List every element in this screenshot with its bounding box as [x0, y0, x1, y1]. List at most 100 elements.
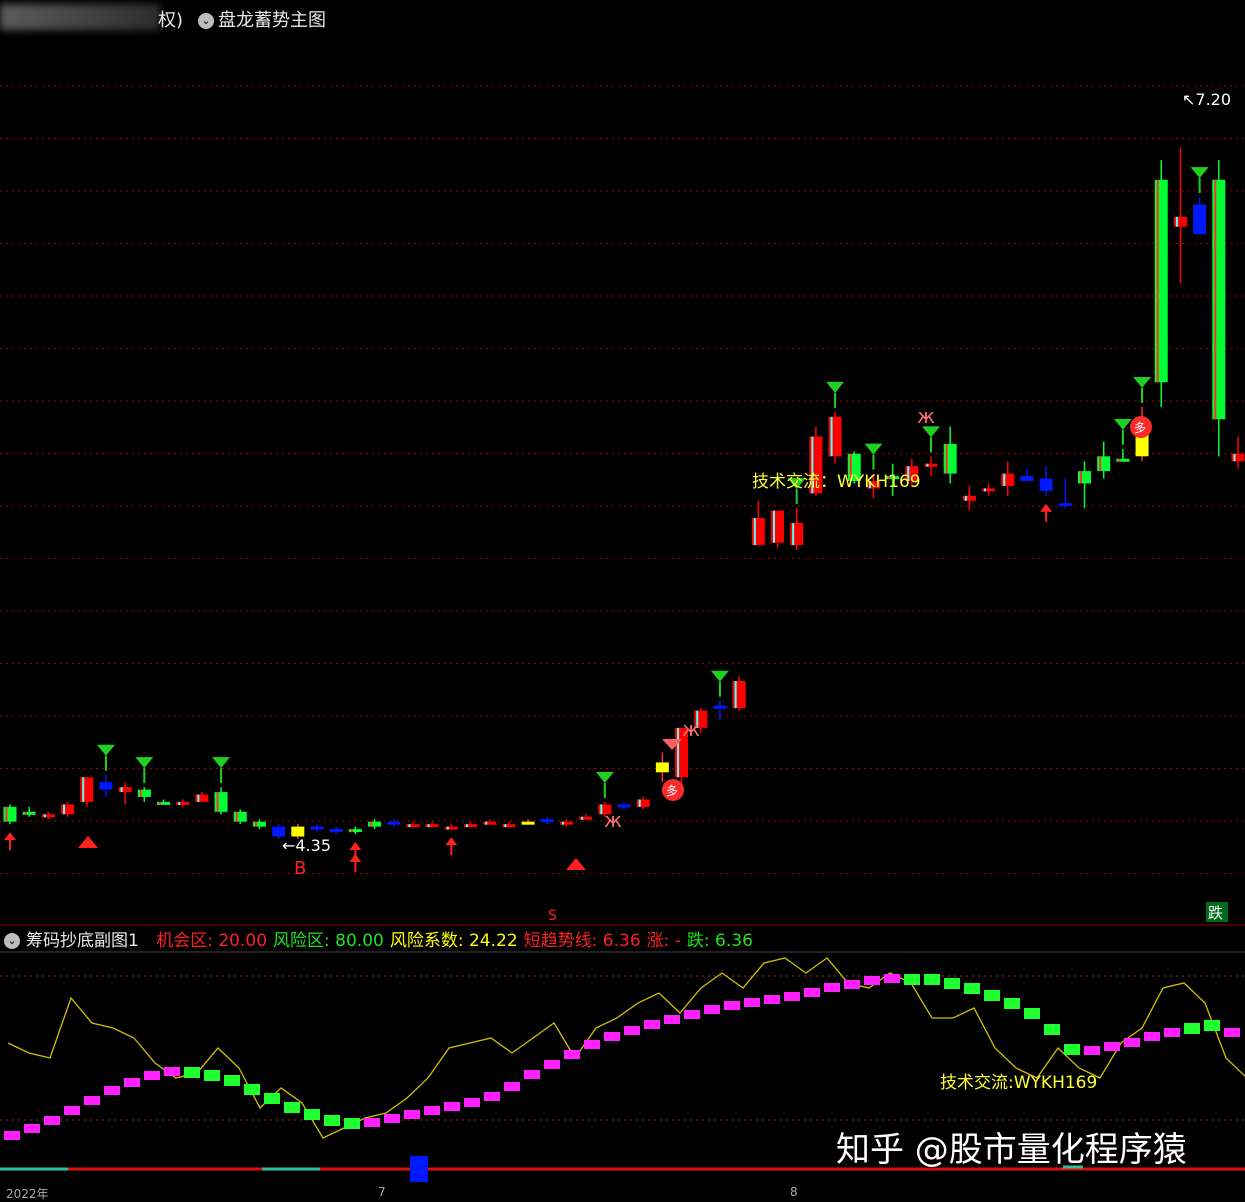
candle-edge: [504, 824, 507, 828]
candle-body: [636, 799, 650, 807]
trend-step: [284, 1102, 300, 1113]
trend-step: [1124, 1038, 1140, 1047]
trend-step: [684, 1010, 700, 1019]
trend-step: [1164, 1028, 1180, 1037]
trend-step: [964, 983, 980, 994]
trend-step: [124, 1078, 140, 1087]
candle-edge: [1156, 179, 1159, 383]
candle-body: [1020, 476, 1034, 481]
buy-label: B: [294, 858, 306, 879]
candle-body: [214, 792, 228, 812]
chart-title-bar: 权) ⌄ 盘龙蓄势主图: [0, 0, 1245, 34]
candle-body: [1039, 478, 1053, 491]
candle-body: [1078, 471, 1091, 484]
buy-arrow-icon: [445, 837, 458, 846]
candle-body: [751, 518, 765, 546]
candle-body: [521, 821, 535, 825]
candle-body: [540, 819, 554, 823]
trend-step: [1144, 1032, 1160, 1041]
trend-step: [1104, 1042, 1120, 1051]
butterfly-icon: ж: [917, 404, 935, 428]
candle-edge: [638, 799, 641, 807]
candle-edge: [82, 777, 85, 802]
butterfly-icon: ж: [682, 717, 700, 741]
trend-step: [324, 1115, 340, 1126]
candle-body: [1001, 473, 1015, 486]
sell-signal-icon: [826, 381, 845, 393]
candle-edge: [216, 792, 219, 812]
main-title-text: 盘龙蓄势主图: [218, 10, 326, 31]
buy-arrow-icon: [349, 842, 362, 851]
risk-coefficient-line: [7, 957, 1245, 1139]
trend-step: [344, 1118, 360, 1129]
candle-edge: [485, 821, 488, 825]
candle-edge: [24, 811, 27, 815]
candle-body: [176, 801, 190, 805]
candle-body: [118, 787, 132, 793]
candle-edge: [254, 821, 257, 827]
chevron-down-icon[interactable]: ⌄: [198, 13, 214, 29]
candle-edge: [43, 814, 46, 818]
candle-edge: [792, 522, 795, 546]
candle-edge: [1099, 456, 1102, 472]
trend-step: [1024, 1008, 1040, 1019]
candle-body: [1212, 179, 1226, 420]
sell-signal-icon: [1133, 376, 1152, 388]
trend-step: [804, 988, 820, 997]
sell-signal-icon: [1190, 167, 1209, 179]
candle-edge: [5, 806, 8, 822]
candle-body: [387, 821, 401, 825]
candle-edge: [1118, 458, 1121, 462]
candle-body: [329, 829, 343, 833]
trend-step: [1184, 1023, 1200, 1034]
candle-body: [502, 824, 516, 828]
sell-signal-icon: [96, 744, 115, 756]
candle-body: [924, 463, 938, 467]
trend-step: [544, 1060, 560, 1069]
trend-step: [604, 1032, 620, 1041]
candle-body: [713, 705, 727, 709]
trend-step: [444, 1102, 460, 1111]
candle-body: [195, 794, 209, 802]
candle-edge: [753, 518, 756, 546]
candle-body: [252, 821, 266, 827]
trend-step: [584, 1040, 600, 1049]
candle-edge: [427, 824, 430, 828]
candle-body: [22, 811, 36, 815]
trend-step: [84, 1096, 100, 1105]
trend-step: [264, 1093, 280, 1104]
trend-step: [624, 1026, 640, 1035]
candle-body: [444, 826, 458, 830]
sell-signal-icon: [212, 757, 231, 769]
trend-step: [164, 1067, 180, 1076]
trend-step: [984, 990, 1000, 1001]
sell-label: S: [548, 908, 557, 924]
trend-step: [864, 976, 880, 985]
buy-arrow-icon: [4, 832, 16, 841]
candle-body: [1116, 458, 1130, 462]
candle-edge: [1003, 473, 1006, 486]
volume-marker: [410, 1156, 428, 1182]
sell-signal-icon: [710, 670, 729, 682]
candle-body: [982, 488, 996, 492]
candle-body: [732, 680, 746, 709]
trend-step: [824, 983, 840, 992]
trend-step: [944, 978, 960, 989]
candlestick-chart[interactable]: жжж多多↖7.20←4.35BS 跌技术交流：WYKH169: [0, 34, 1245, 926]
trend-step: [384, 1114, 400, 1123]
candle-body: [962, 495, 976, 501]
candle-edge: [178, 801, 181, 805]
candle-edge: [370, 821, 373, 827]
trend-step: [44, 1116, 60, 1125]
high-price-label: ↖7.20: [1182, 90, 1231, 109]
candle-body: [80, 777, 94, 802]
main-title[interactable]: ⌄ 盘龙蓄势主图: [198, 6, 326, 32]
trend-step: [664, 1015, 680, 1024]
candle-body: [1173, 216, 1187, 227]
candle-body: [99, 782, 113, 790]
die-label: 跌: [1208, 904, 1223, 922]
candle-edge: [197, 794, 200, 802]
butterfly-icon: ж: [604, 808, 622, 832]
trend-step: [1004, 998, 1020, 1009]
buy-arrow-icon: [1040, 503, 1053, 512]
